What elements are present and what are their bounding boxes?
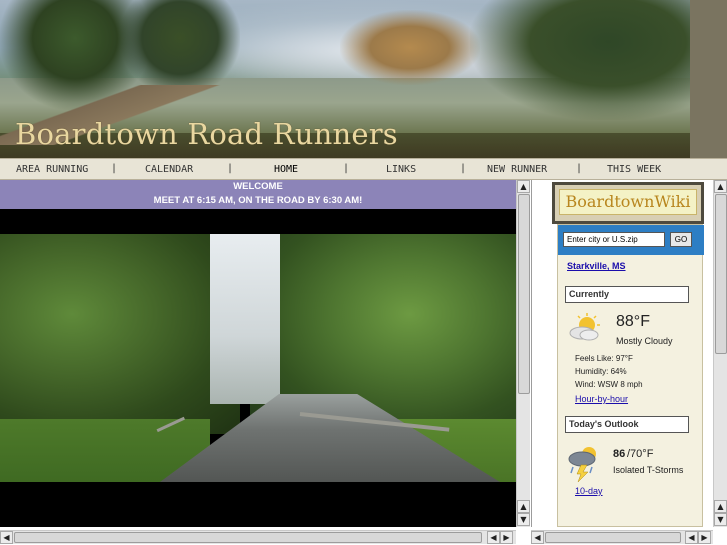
main-frame-vscrollbar[interactable]: ▲ ▲ ▼ [516, 180, 530, 527]
outlook-condition: Isolated T-Storms [613, 465, 684, 475]
weather-search-bar: Enter city or U.S.zip GO [558, 225, 704, 255]
photo-trees-left [0, 234, 240, 434]
main-nav: AREA RUNNING | CALENDAR | HOME | LINKS |… [0, 158, 727, 180]
humidity: Humidity: 64% [575, 367, 627, 376]
scroll-left-button[interactable]: ◀ [487, 531, 500, 544]
boardtown-wiki-logo[interactable]: BoardtownWiki [559, 189, 697, 215]
current-condition: Mostly Cloudy [616, 336, 673, 346]
nav-separator: | [460, 163, 467, 174]
nav-calendar[interactable]: CALENDAR [145, 164, 193, 175]
site-title: Boardtown Road Runners [15, 117, 398, 151]
banner-edge [690, 0, 727, 158]
scroll-down-button[interactable]: ▼ [714, 513, 727, 526]
todays-outlook-header: Today's Outlook [565, 416, 689, 433]
welcome-title: WELCOME [233, 181, 283, 192]
nav-home[interactable]: HOME [274, 164, 298, 175]
wind: Wind: WSW 8 mph [575, 380, 643, 389]
scroll-thumb[interactable] [14, 532, 482, 543]
banner-autumn-tree [340, 10, 480, 85]
welcome-bar: WELCOME MEET AT 6:15 AM, ON THE ROAD BY … [0, 180, 516, 209]
scroll-left-button[interactable]: ◀ [531, 531, 544, 544]
sidebar-frame: BoardtownWiki Enter city or U.S.zip GO S… [531, 180, 713, 527]
outlook-low: /70°F [627, 448, 654, 460]
city-zip-input[interactable]: Enter city or U.S.zip [563, 232, 665, 247]
nav-separator: | [227, 163, 234, 174]
nav-separator: | [576, 163, 583, 174]
featured-photo [0, 234, 516, 482]
weather-widget: Enter city or U.S.zip GO Starkville, MS … [557, 224, 704, 527]
banner-tree-center [120, 0, 240, 95]
sidebar-vscrollbar[interactable]: ▲ ▲ ▼ [713, 180, 727, 527]
outlook-high: 86 [613, 448, 626, 460]
nav-links[interactable]: LINKS [386, 164, 416, 175]
hour-by-hour-link[interactable]: Hour-by-hour [575, 394, 628, 404]
currently-header: Currently [565, 286, 689, 303]
banner-trees-right [470, 0, 700, 120]
sidebar-hscrollbar[interactable]: ◀ ◀ ▶ [531, 530, 713, 544]
wiki-box: BoardtownWiki [552, 182, 704, 224]
scroll-up-button[interactable]: ▲ [517, 180, 530, 193]
header-banner: Boardtown Road Runners [0, 0, 727, 158]
feels-like: Feels Like: 97°F [575, 354, 633, 363]
scroll-thumb[interactable] [715, 194, 727, 354]
scroll-right-button[interactable]: ▶ [500, 531, 513, 544]
thunderstorm-icon [568, 447, 596, 482]
nav-new-runner[interactable]: NEW RUNNER [487, 164, 547, 175]
main-frame-hscrollbar[interactable]: ◀ ◀ ▶ [0, 530, 516, 544]
nav-this-week[interactable]: THIS WEEK [607, 164, 661, 175]
photo-sky [210, 234, 280, 404]
nav-separator: | [111, 163, 118, 174]
scroll-up-button[interactable]: ▲ [714, 180, 727, 193]
scroll-thumb[interactable] [545, 532, 681, 543]
nav-separator: | [343, 163, 350, 174]
scroll-down-button[interactable]: ▼ [517, 513, 530, 526]
scroll-right-button[interactable]: ▶ [698, 531, 711, 544]
location-link[interactable]: Starkville, MS [567, 261, 626, 271]
main-frame: WELCOME MEET AT 6:15 AM, ON THE ROAD BY … [0, 180, 516, 527]
scroll-up-button[interactable]: ▲ [517, 500, 530, 513]
scroll-thumb[interactable] [518, 194, 530, 394]
current-temp: 88°F [616, 313, 650, 330]
nav-area-running[interactable]: AREA RUNNING [16, 164, 88, 175]
scroll-left-button[interactable]: ◀ [0, 531, 13, 544]
ten-day-link[interactable]: 10-day [575, 486, 603, 496]
go-button[interactable]: GO [670, 232, 692, 247]
scroll-left-button[interactable]: ◀ [685, 531, 698, 544]
welcome-subtitle: MEET AT 6:15 AM, ON THE ROAD BY 6:30 AM! [153, 195, 363, 206]
partly-cloudy-icon [569, 313, 600, 341]
scroll-up-button[interactable]: ▲ [714, 500, 727, 513]
